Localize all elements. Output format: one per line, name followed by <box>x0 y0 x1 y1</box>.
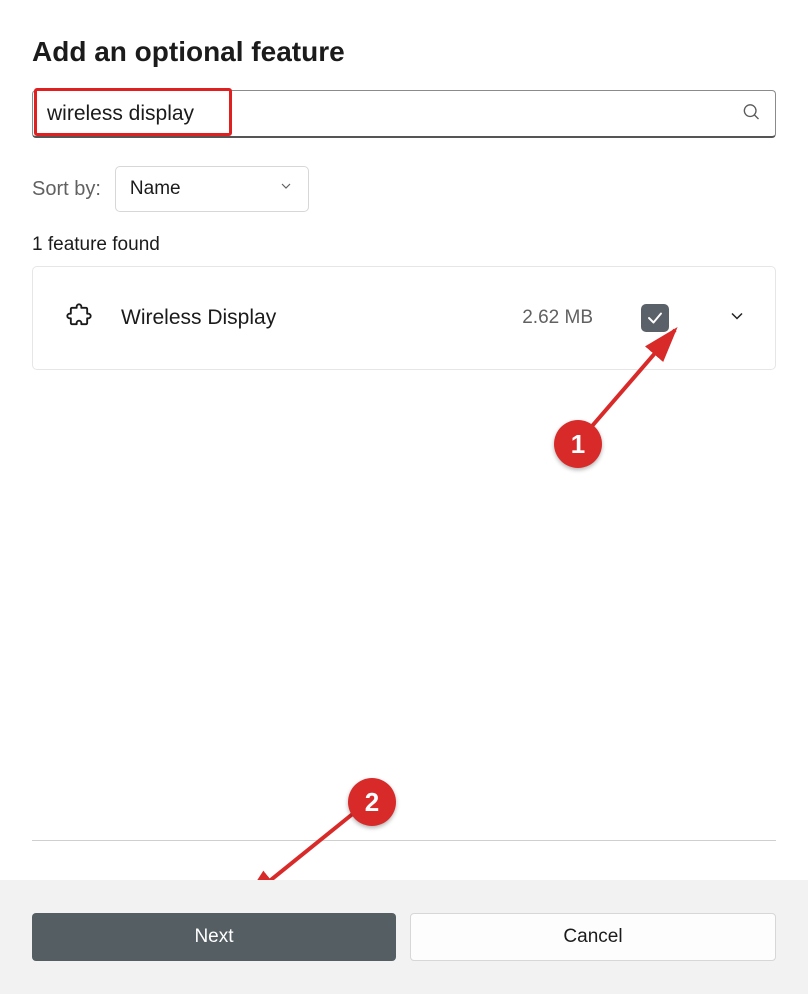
sort-select-value: Name <box>130 178 181 200</box>
annotation-badge-1: 1 <box>554 420 602 468</box>
results-count: 1 feature found <box>32 234 776 256</box>
search-input[interactable] <box>47 102 725 126</box>
feature-size: 2.62 MB <box>522 307 593 329</box>
chevron-down-icon <box>278 178 294 200</box>
feature-name: Wireless Display <box>121 306 494 330</box>
puzzle-icon <box>65 302 93 335</box>
page-title: Add an optional feature <box>32 36 776 68</box>
sort-label: Sort by: <box>32 178 101 201</box>
feature-row[interactable]: Wireless Display 2.62 MB <box>32 266 776 370</box>
feature-checkbox[interactable] <box>641 304 669 332</box>
cancel-button[interactable]: Cancel <box>410 913 776 961</box>
search-icon <box>741 101 761 126</box>
search-field-container[interactable] <box>32 90 776 138</box>
next-button[interactable]: Next <box>32 913 396 961</box>
divider <box>32 840 776 841</box>
sort-select[interactable]: Name <box>115 166 309 212</box>
expand-chevron-icon[interactable] <box>727 306 747 331</box>
footer-bar: Next Cancel <box>0 880 808 994</box>
annotation-badge-2: 2 <box>348 778 396 826</box>
